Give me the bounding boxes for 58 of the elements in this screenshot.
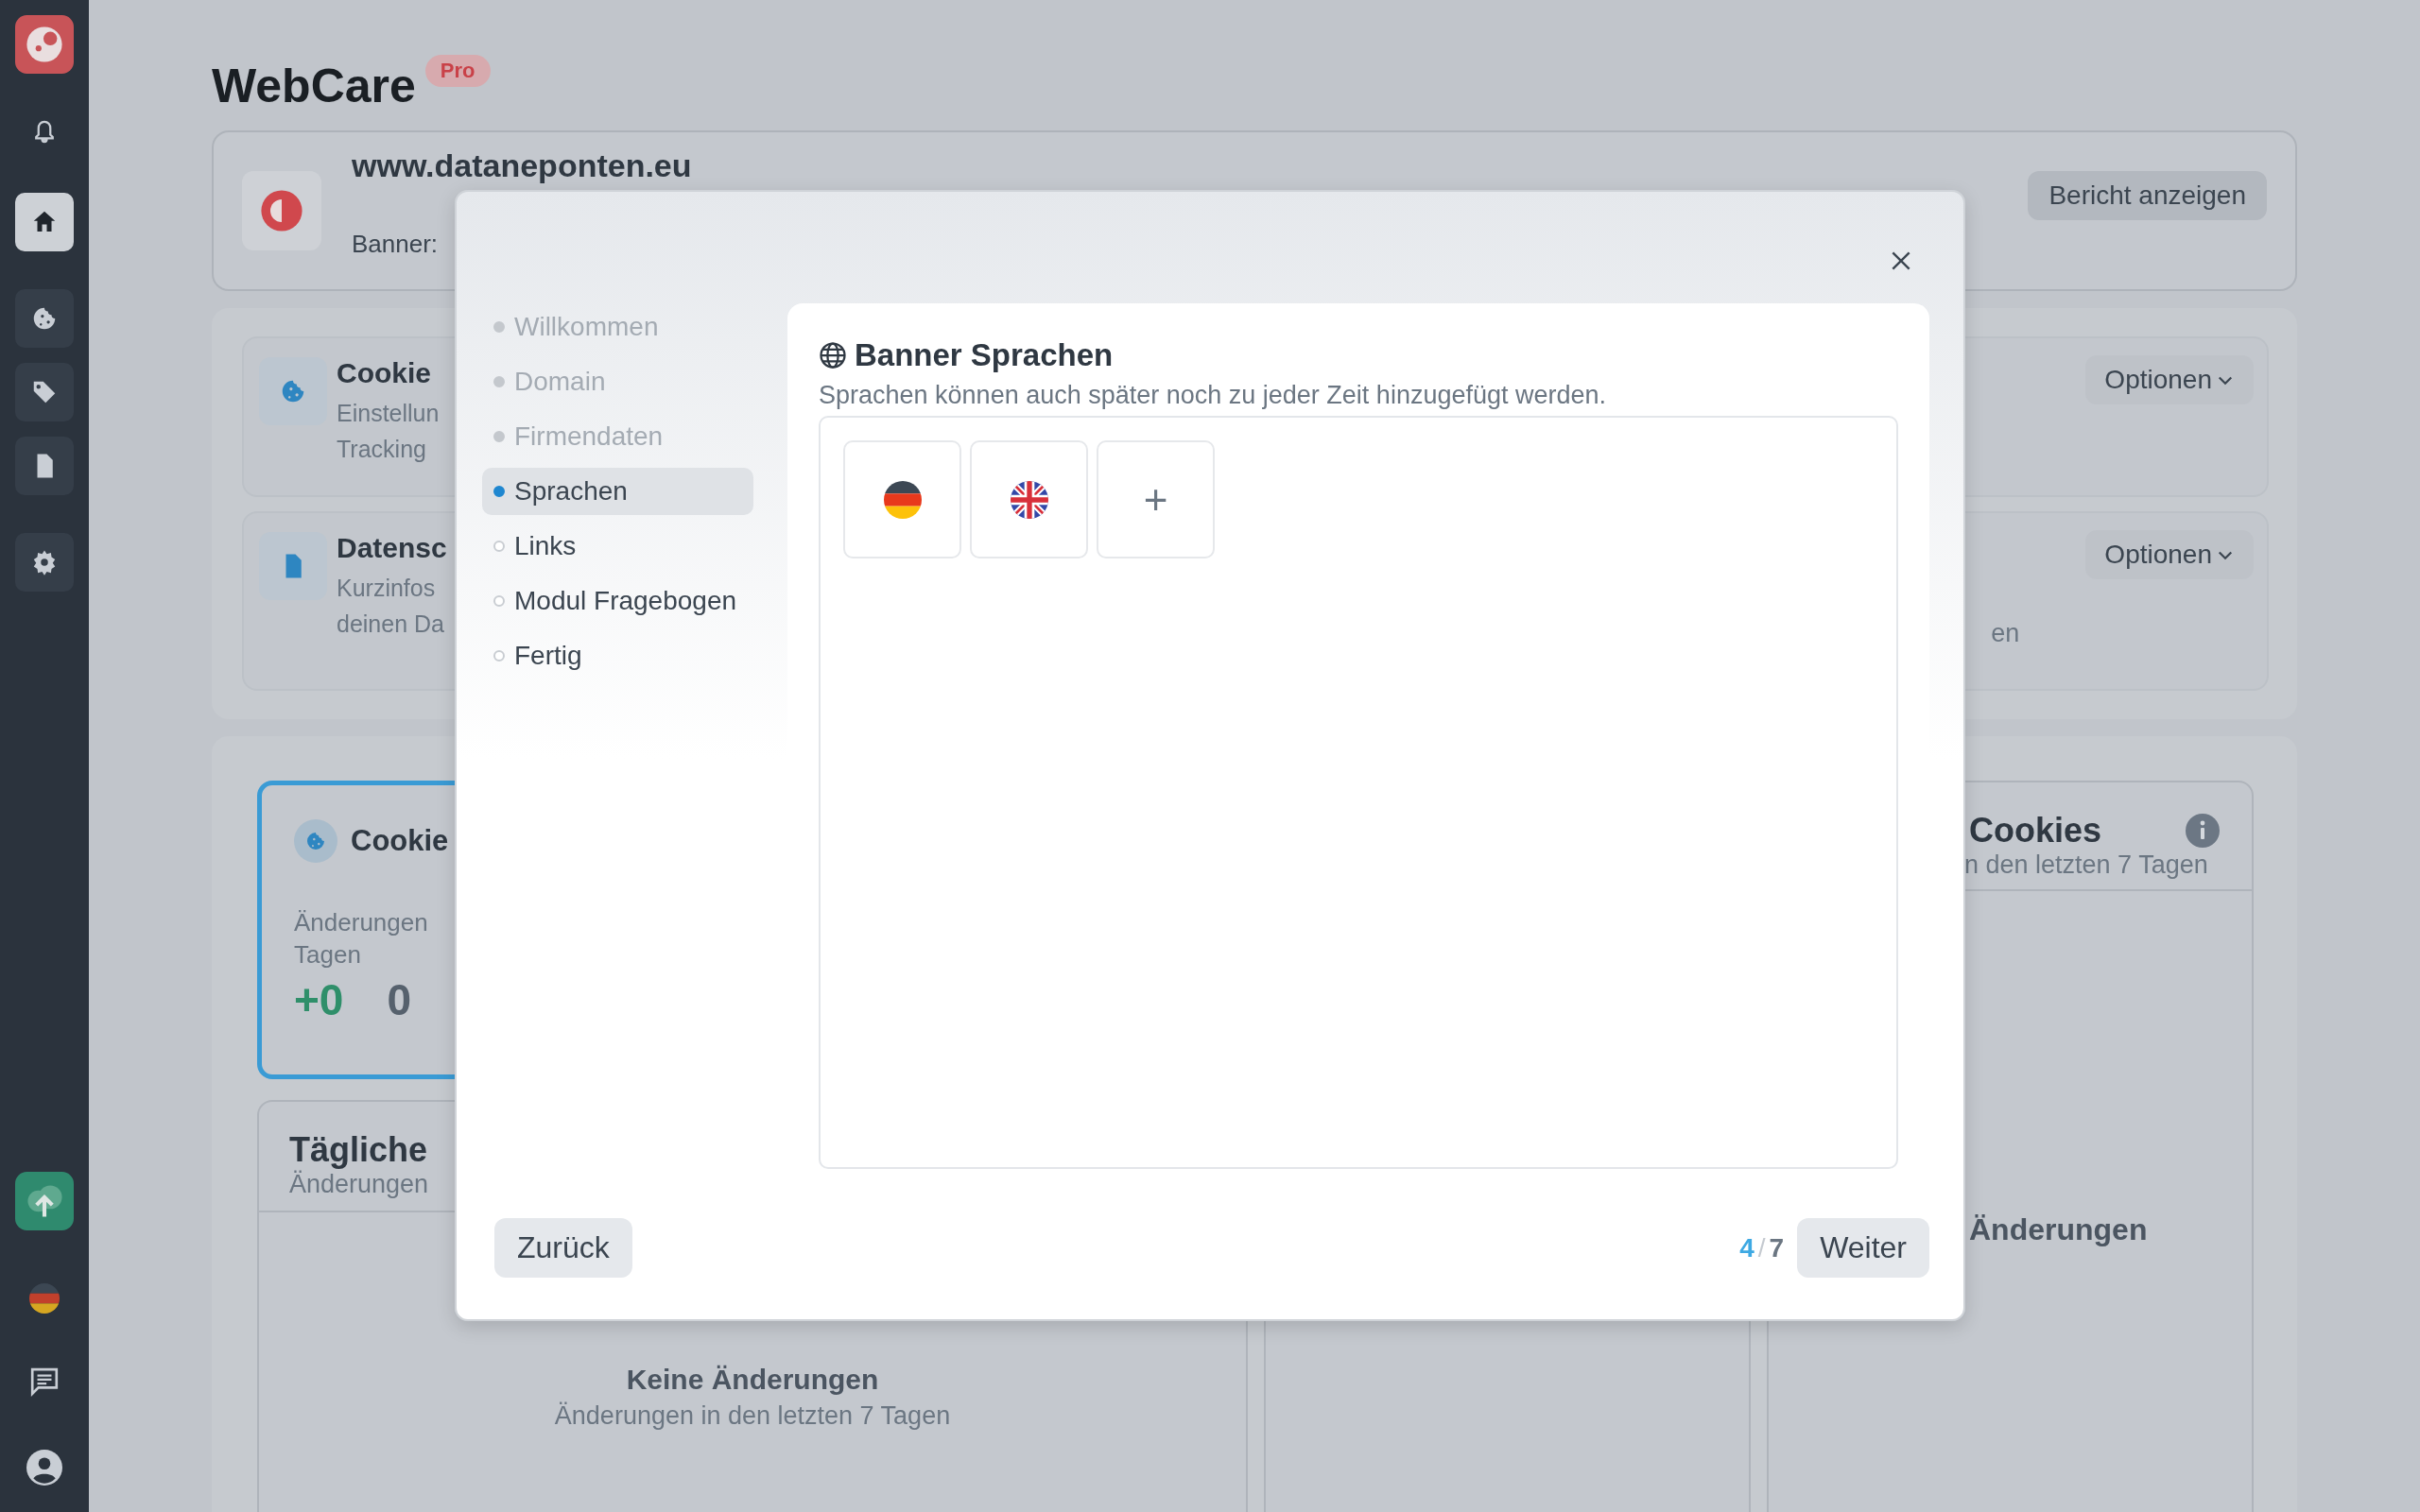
module-description: Kurzinfos <box>337 574 437 603</box>
info-icon[interactable] <box>2186 814 2220 848</box>
module-description: Tracking <box>337 435 427 464</box>
module-title: Datensc <box>337 532 448 564</box>
card-title: Cookies <box>1969 811 2102 850</box>
home-nav-item[interactable] <box>15 193 74 251</box>
document-nav-item[interactable] <box>15 437 74 495</box>
site-logo-icon <box>242 171 321 250</box>
app-title: WebCare <box>212 59 416 113</box>
cloud-upload-icon[interactable] <box>15 1172 74 1230</box>
module-description: en <box>1991 618 2020 648</box>
options-dropdown[interactable]: Optionen <box>2085 355 2254 404</box>
globe-icon <box>819 341 847 369</box>
card-title: Tägliche <box>289 1130 429 1170</box>
wizard-step[interactable]: Sprachen <box>482 468 753 515</box>
empty-state-title: Änderungen <box>1969 1212 2149 1247</box>
site-domain: www.dataneponten.eu <box>352 147 693 184</box>
step-counter-current: 4 <box>1739 1232 1754 1263</box>
back-button[interactable]: Zurück <box>494 1218 632 1278</box>
card-title: Cookie <box>351 824 449 858</box>
wizard-step[interactable]: Links <box>482 523 753 570</box>
section-title: Banner Sprachen <box>855 337 1114 373</box>
plan-badge: Pro <box>424 55 491 87</box>
card-subtitle: Änderungen <box>289 1170 430 1199</box>
gear-nav-item[interactable] <box>15 533 74 592</box>
section-description: Sprachen können auch später noch zu jeder Zeit hinzugefügt werden. <box>819 381 1608 410</box>
cookie-icon <box>294 819 337 863</box>
flag-icon <box>1010 480 1048 519</box>
language-tile[interactable] <box>970 440 1088 558</box>
banner-label: Banner: <box>352 230 440 259</box>
added-count: +0 <box>294 974 344 1025</box>
tag-nav-item[interactable] <box>15 363 74 421</box>
flag-icon <box>883 480 922 519</box>
report-button[interactable]: Bericht anzeigen <box>2028 171 2267 220</box>
next-button[interactable]: Weiter <box>1797 1218 1929 1278</box>
card-subtitle: Tagen <box>294 939 362 971</box>
document-icon <box>259 532 327 600</box>
empty-state-text: Änderungen in den letzten 7 Tagen <box>554 1401 951 1431</box>
add-language-button[interactable]: + <box>1097 440 1215 558</box>
flag-icon[interactable] <box>29 1283 60 1314</box>
unchanged-count: 0 <box>387 974 412 1025</box>
card-subtitle: n den letzten 7 Tagen <box>1964 850 2209 880</box>
empty-state-title: Keine Änderungen <box>626 1364 879 1396</box>
module-description: Einstellun <box>337 399 441 428</box>
wizard-step[interactable]: Fertig <box>482 632 753 679</box>
step-counter-separator: / <box>1757 1232 1766 1263</box>
step-counter-total: 7 <box>1769 1232 1785 1263</box>
cookie-nav-item[interactable] <box>15 289 74 348</box>
module-description: deinen Da <box>337 610 445 639</box>
cookie-icon <box>259 357 327 425</box>
options-dropdown[interactable]: Optionen <box>2085 530 2254 579</box>
module-title: Cookie <box>337 357 433 389</box>
chat-icon[interactable] <box>29 1366 60 1397</box>
app-logo-icon[interactable] <box>15 15 74 74</box>
wizard-step[interactable]: Modul Fragebogen <box>482 577 753 625</box>
language-tile[interactable] <box>843 440 961 558</box>
card-subtitle: Änderungen <box>294 907 429 938</box>
user-avatar-icon[interactable] <box>26 1450 62 1486</box>
